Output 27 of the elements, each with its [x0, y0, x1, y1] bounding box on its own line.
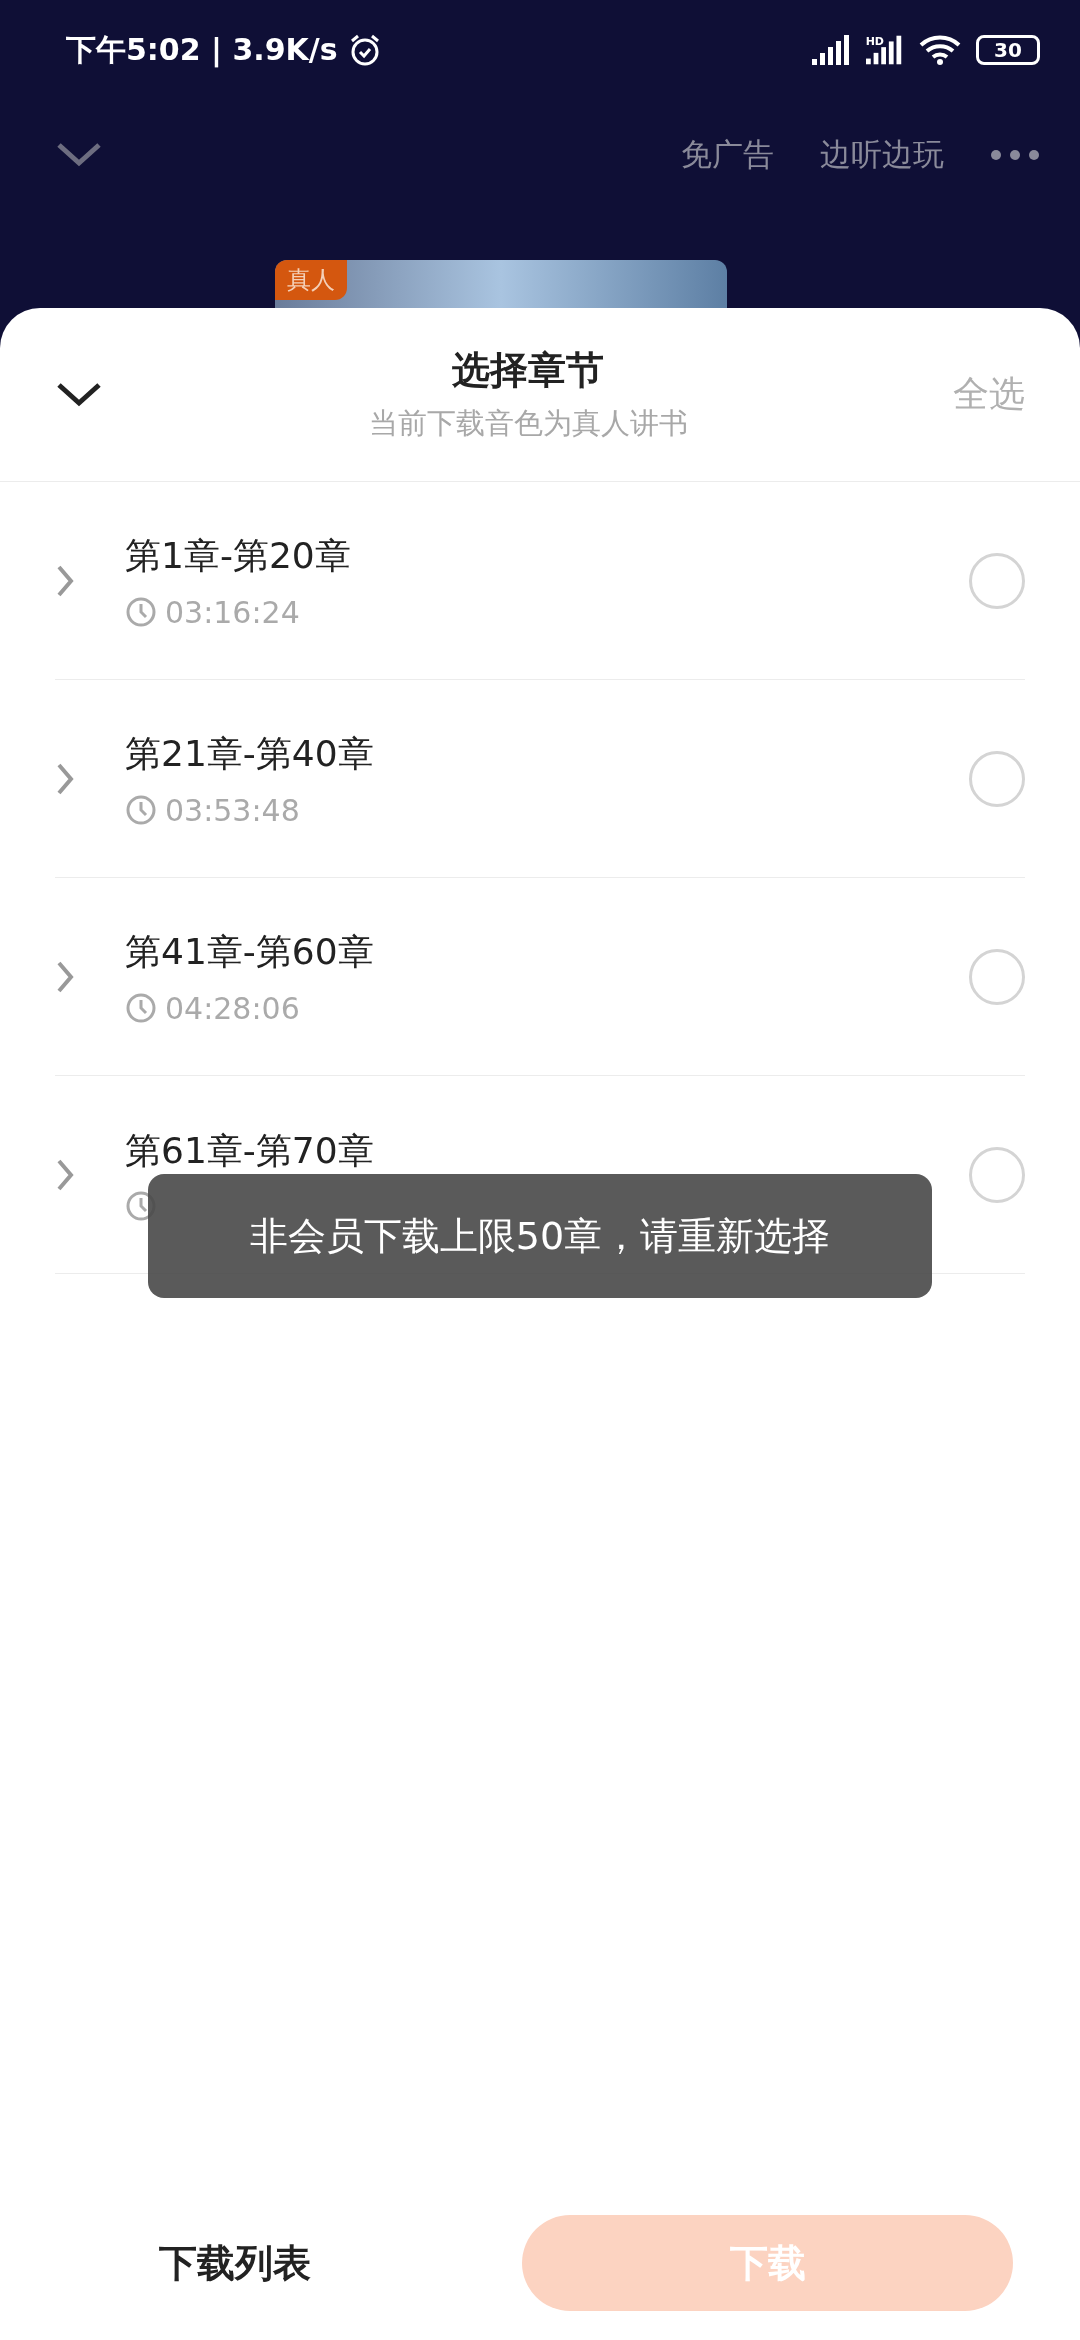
chapter-range-title: 第1章-第20章 [125, 533, 352, 578]
clock-icon [125, 992, 157, 1024]
download-list-button[interactable]: 下载列表 [0, 2215, 470, 2311]
chapter-range-title: 第21章-第40章 [125, 731, 375, 776]
top-action-link[interactable]: 边听边玩 [820, 134, 944, 176]
collapse-icon[interactable] [55, 380, 103, 409]
network-label: HD [865, 35, 884, 48]
sheet-title: 选择章节 [452, 347, 604, 394]
chapter-duration: 03:53:48 [165, 792, 300, 828]
chapter-range-title: 第41章-第60章 [125, 929, 375, 974]
select-radio[interactable] [969, 1146, 1025, 1203]
chapter-duration: 03:16:24 [165, 594, 300, 630]
clock-icon [125, 794, 157, 826]
cover-tag: 真人 [274, 260, 347, 300]
toast-message: 非会员下载上限50章，请重新选择 [148, 1174, 932, 1298]
status-time: 下午5:02 | 3.9K/s [66, 30, 338, 70]
sheet-subtitle: 当前下载音色为真人讲书 [368, 405, 688, 442]
chapter-range-title: 第61章-第70章 [125, 1129, 375, 1173]
clock-icon [125, 596, 157, 628]
wifi-icon [918, 34, 962, 66]
chapter-duration: 04:28:06 [165, 990, 300, 1026]
more-icon[interactable] [990, 149, 1040, 161]
select-radio[interactable] [969, 948, 1025, 1005]
top-action-link[interactable]: 免广告 [681, 134, 774, 176]
select-radio[interactable] [969, 750, 1025, 807]
battery-indicator: 30 [976, 35, 1040, 65]
select-radio[interactable] [969, 552, 1025, 609]
